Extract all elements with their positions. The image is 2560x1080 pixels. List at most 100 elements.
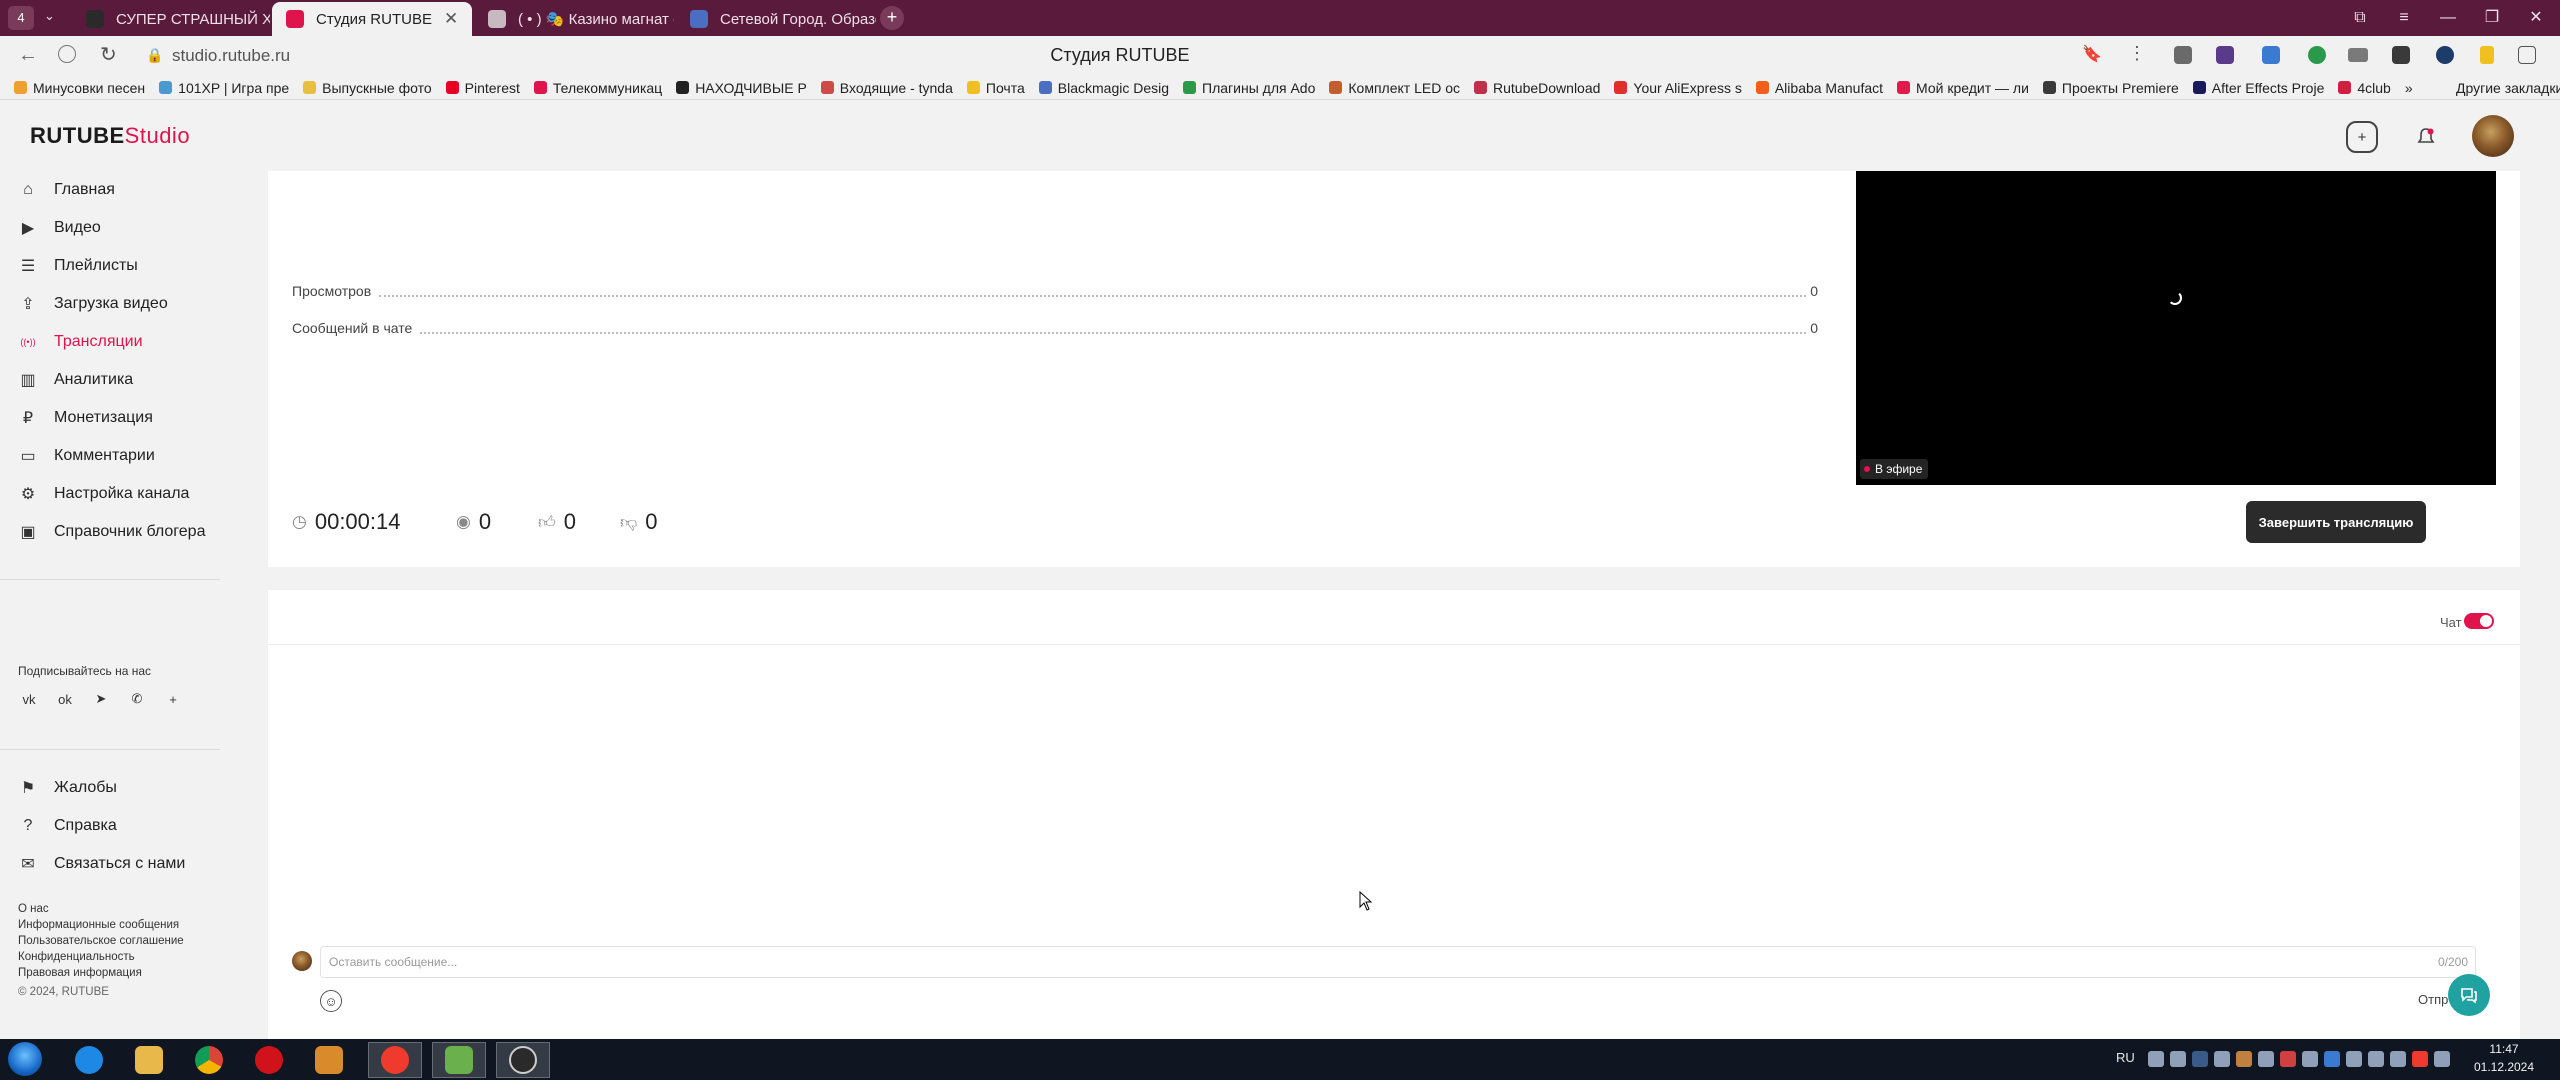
taskbar-opera-icon[interactable] bbox=[242, 1042, 296, 1078]
minimize-icon[interactable]: — bbox=[2436, 6, 2460, 30]
notifications-icon[interactable] bbox=[2410, 121, 2442, 153]
taskbar-ie-icon[interactable] bbox=[62, 1042, 116, 1078]
telegram-icon[interactable]: ➤ bbox=[90, 688, 112, 710]
extension-icon[interactable] bbox=[2174, 46, 2192, 64]
sidebar-item-video[interactable]: ▶ Видео bbox=[18, 213, 101, 243]
footer-link[interactable]: Правовая информация bbox=[18, 967, 142, 979]
footer-link[interactable]: Конфиденциальность bbox=[18, 951, 135, 963]
support-chat-button[interactable] bbox=[2448, 974, 2490, 1016]
sidebar-item-guide[interactable]: ▣ Справочник блогера bbox=[18, 517, 205, 547]
more-icon[interactable]: ⋮ bbox=[2128, 43, 2146, 64]
tab-casino-magnate[interactable]: ( • ) 🎭 Казино магнат - R bbox=[474, 2, 674, 36]
bookmarks-overflow-icon[interactable]: » bbox=[2405, 80, 2413, 96]
viber-icon[interactable]: ✆ bbox=[126, 688, 148, 710]
tray-icon[interactable] bbox=[2390, 1051, 2406, 1067]
extension-icon[interactable] bbox=[2392, 46, 2410, 64]
sidebar-item-upload[interactable]: ⇪ Загрузка видео bbox=[18, 289, 167, 319]
user-avatar[interactable] bbox=[2472, 115, 2514, 157]
sidebar-item-home[interactable]: ⌂ Главная bbox=[18, 175, 115, 205]
bookmark-item[interactable]: Мой кредит — ли bbox=[1897, 80, 2029, 96]
tab-counter[interactable]: 4 bbox=[8, 6, 34, 30]
collections-icon[interactable]: ⧉ bbox=[2348, 6, 2372, 30]
emoji-icon[interactable]: ☺ bbox=[320, 990, 342, 1012]
tab-rutube-studio[interactable]: Студия RUTUBE ✕ bbox=[272, 2, 472, 36]
footer-link[interactable]: Пользовательское соглашение bbox=[18, 935, 184, 947]
extension-icon[interactable] bbox=[2348, 48, 2368, 62]
extension-icon[interactable] bbox=[2308, 46, 2326, 64]
extensions-icon[interactable] bbox=[2518, 46, 2536, 64]
bookmark-item[interactable]: НАХОДЧИВЫЕ Р bbox=[676, 80, 807, 96]
extension-icon[interactable] bbox=[2262, 46, 2280, 64]
taskbar-media-player-icon[interactable] bbox=[302, 1042, 356, 1078]
clock-date[interactable]: 01.12.2024 bbox=[2468, 1060, 2540, 1074]
footer-link[interactable]: О нас bbox=[18, 903, 49, 915]
sidebar-item-analytics[interactable]: ▥ Аналитика bbox=[18, 365, 133, 395]
bookmark-item[interactable]: Входящие - tynda bbox=[820, 80, 953, 96]
chat-toggle[interactable] bbox=[2464, 613, 2494, 629]
bookmark-item[interactable]: 101XP | Игра пре bbox=[159, 80, 289, 96]
bookmark-item[interactable]: Комплект LED ос bbox=[1329, 80, 1460, 96]
tray-volume-icon[interactable] bbox=[2368, 1051, 2384, 1067]
tray-icon[interactable] bbox=[2170, 1051, 2186, 1067]
clock-time[interactable]: 11:47 bbox=[2474, 1042, 2534, 1056]
bookmark-item[interactable]: After Effects Proje bbox=[2192, 80, 2324, 96]
end-stream-button[interactable]: Завершить трансляцию bbox=[2246, 501, 2426, 543]
tray-yandex-icon[interactable] bbox=[2412, 1051, 2428, 1067]
footer-link[interactable]: Информационные сообщения bbox=[18, 919, 179, 931]
vk-icon[interactable]: vk bbox=[18, 688, 40, 710]
close-window-icon[interactable]: ✕ bbox=[2524, 6, 2548, 30]
bookmark-item[interactable]: Минусовки песен bbox=[14, 80, 145, 96]
tray-icon[interactable] bbox=[2434, 1051, 2450, 1067]
bookmark-item[interactable]: Alibaba Manufact bbox=[1755, 80, 1883, 96]
bookmark-item[interactable]: Почта bbox=[966, 80, 1025, 96]
sidebar-item-settings[interactable]: ⚙ Настройка канала bbox=[18, 479, 190, 509]
taskbar-chrome-icon[interactable] bbox=[182, 1042, 236, 1078]
tray-icon[interactable] bbox=[2236, 1051, 2252, 1067]
bookmark-item[interactable]: Проекты Premiere bbox=[2042, 80, 2179, 96]
sidebar-item-help[interactable]: ? Справка bbox=[18, 811, 117, 841]
tray-icon[interactable] bbox=[2302, 1051, 2318, 1067]
tray-icon[interactable] bbox=[2280, 1051, 2296, 1067]
tray-icon[interactable] bbox=[2148, 1051, 2164, 1067]
close-tab-icon[interactable]: ✕ bbox=[444, 9, 458, 29]
tab-network-city[interactable]: Сетевой Город. Образова bbox=[676, 2, 876, 36]
taskbar-explorer-icon[interactable] bbox=[122, 1042, 176, 1078]
bookmark-item[interactable]: RutubeDownload bbox=[1474, 80, 1600, 96]
tab-super-scary-choir[interactable]: СУПЕР СТРАШНЫЙ ХОР bbox=[72, 2, 270, 36]
tray-icon[interactable] bbox=[2214, 1051, 2230, 1067]
chat-message-input[interactable] bbox=[320, 946, 2476, 978]
extension-icon[interactable] bbox=[2480, 46, 2494, 64]
new-tab-button[interactable]: + bbox=[880, 6, 904, 30]
send-message-button[interactable]: Отпр bbox=[2418, 992, 2448, 1007]
restore-icon[interactable]: ❐ bbox=[2480, 6, 2504, 30]
bookmark-item[interactable]: Выпускные фото bbox=[303, 80, 432, 96]
bookmark-item[interactable]: Плагины для Ado bbox=[1183, 80, 1315, 96]
sidebar-item-comments[interactable]: ▭ Комментарии bbox=[18, 441, 154, 471]
add-video-icon[interactable]: + bbox=[2346, 121, 2378, 153]
taskbar-app-icon[interactable] bbox=[432, 1042, 486, 1078]
tray-network-icon[interactable] bbox=[2346, 1051, 2362, 1067]
menu-icon[interactable]: ≡ bbox=[2392, 6, 2416, 30]
bookmark-item[interactable]: 4club bbox=[2338, 80, 2391, 96]
more-socials-icon[interactable]: + bbox=[162, 688, 184, 710]
taskbar-obs-icon[interactable] bbox=[496, 1042, 550, 1078]
tray-steam-icon[interactable] bbox=[2192, 1051, 2208, 1067]
language-indicator[interactable]: RU bbox=[2116, 1050, 2135, 1065]
sidebar-item-flag[interactable]: ⚑ Жалобы bbox=[18, 773, 117, 803]
sidebar-item-monetization[interactable]: ₽ Монетизация bbox=[18, 403, 153, 433]
bookmark-item[interactable]: Your AliExpress s bbox=[1614, 80, 1742, 96]
sidebar-item-mail[interactable]: ✉ Связаться с нами bbox=[18, 849, 185, 879]
taskbar-yandex-browser-icon[interactable] bbox=[368, 1042, 422, 1078]
extension-icon[interactable] bbox=[2216, 46, 2234, 64]
rutube-studio-logo[interactable]: RUTUBEStudio bbox=[30, 123, 190, 149]
other-bookmarks[interactable]: Другие закладки bbox=[2456, 80, 2560, 96]
start-button[interactable] bbox=[8, 1042, 42, 1076]
extension-icon[interactable] bbox=[2436, 46, 2454, 64]
stream-preview-player[interactable]: В эфире bbox=[1856, 171, 2496, 485]
sidebar-item-playlist[interactable]: ☰ Плейлисты bbox=[18, 251, 138, 281]
tray-icon[interactable] bbox=[2258, 1051, 2274, 1067]
bookmark-item[interactable]: Pinterest bbox=[445, 80, 520, 96]
sidebar-item-broadcast[interactable]: ((•)) Трансляции bbox=[18, 327, 142, 357]
bookmark-item[interactable]: Телекоммуникац bbox=[533, 80, 662, 96]
tray-bluetooth-icon[interactable] bbox=[2324, 1051, 2340, 1067]
